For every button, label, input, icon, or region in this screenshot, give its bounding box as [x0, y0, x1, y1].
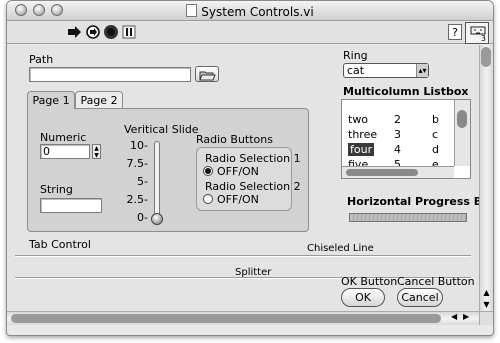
ring-value: cat: [347, 64, 365, 77]
listbox-cell: three: [348, 128, 378, 141]
path-input[interactable]: [29, 67, 191, 82]
tab-control-label: Tab Control: [29, 238, 91, 251]
window-vertical-scrollbar[interactable]: ▲ ▼: [479, 45, 493, 311]
slide-thumb[interactable]: [151, 213, 163, 225]
window-horizontal-scrollbar[interactable]: ◀ ▶: [7, 311, 479, 325]
scroll-left-arrow-icon[interactable]: ◀: [451, 312, 457, 321]
window-title: System Controls.vi: [7, 4, 493, 19]
help-button[interactable]: ?: [448, 24, 462, 40]
cancel-button-label: Cancel Button: [397, 275, 475, 288]
scroll-down-arrow-icon[interactable]: ▼: [480, 300, 493, 309]
connector-pane-icon[interactable]: 3: [465, 22, 489, 44]
path-label: Path: [29, 53, 54, 66]
slide-tick-10: 10-: [130, 139, 148, 152]
front-panel: Path Ring cat ▴▾ Multicolumn Listbox two…: [7, 45, 493, 311]
listbox-cell: 3: [394, 128, 401, 141]
listbox-row[interactable]: three 3 c: [342, 127, 454, 142]
chiseled-line: [15, 255, 471, 257]
radio-selection-2-label: Radio Selection 2: [205, 180, 301, 193]
multicolumn-listbox[interactable]: two 2 b three 3 c four 4 d five 5 e: [341, 99, 471, 179]
radio-1-option-text: OFF/ON: [217, 165, 259, 178]
numeric-label: Numeric: [40, 131, 87, 144]
slide-tick-2-5: 2.5-: [126, 193, 148, 206]
ok-button[interactable]: OK: [341, 288, 385, 307]
progress-label: Horizontal Progress Bar: [347, 195, 494, 208]
connector-pane-label: 3: [480, 34, 486, 43]
title-bar[interactable]: System Controls.vi: [7, 1, 493, 21]
radio-1-indicator[interactable]: [203, 166, 213, 176]
abort-icon[interactable]: [103, 24, 119, 40]
radio-2-indicator[interactable]: [203, 194, 213, 204]
listbox-hscroll-thumb[interactable]: [346, 169, 418, 176]
browse-folder-button[interactable]: [195, 66, 219, 82]
horizontal-progress-bar: [349, 213, 467, 222]
radio-option-2[interactable]: OFF/ON: [203, 193, 283, 206]
radio-2-option-text: OFF/ON: [217, 193, 259, 206]
numeric-input[interactable]: 0: [40, 144, 90, 159]
slide-track[interactable]: [154, 141, 160, 221]
ring-label: Ring: [343, 49, 368, 62]
ring-dropdown[interactable]: cat ▴▾: [343, 63, 429, 78]
listbox-cell: 4: [394, 143, 401, 156]
run-arrow-icon[interactable]: [67, 24, 83, 40]
listbox-cell: two: [348, 113, 369, 126]
tab-page-2[interactable]: Page 2: [75, 91, 123, 109]
cancel-button[interactable]: Cancel: [397, 288, 443, 307]
vertical-slide-label: Veritical Slide: [124, 123, 199, 136]
radio-option-1[interactable]: OFF/ON: [203, 165, 283, 178]
listbox-cell: four: [348, 143, 375, 156]
resize-grip-icon[interactable]: [479, 311, 493, 325]
scroll-up-arrow-icon[interactable]: ▲: [480, 288, 493, 297]
numeric-increment-decrement[interactable]: ▲ ▼: [92, 144, 101, 159]
radio-buttons-label: Radio Buttons: [196, 133, 273, 146]
listbox-vscroll[interactable]: [454, 100, 470, 166]
toolbar: ? 3: [7, 22, 493, 44]
radio-buttons-group: Radio Selection 1 OFF/ON Radio Selection…: [196, 147, 301, 211]
listbox-hscroll[interactable]: [342, 166, 454, 178]
tab-page-1[interactable]: Page 1: [27, 91, 75, 109]
scroll-right-arrow-icon[interactable]: ▶: [463, 312, 469, 321]
listbox-label: Multicolumn Listbox: [343, 85, 469, 98]
vi-document-icon: [186, 4, 198, 17]
tab-control-page: Numeric 0 ▲ ▼ String Veritical Slide 10- …: [27, 108, 309, 232]
listbox-row[interactable]: four 4 d: [342, 142, 454, 157]
slide-tick-5: 5-: [137, 175, 148, 188]
chiseled-line-label: Chiseled Line: [307, 243, 374, 254]
window-hscroll-thumb[interactable]: [11, 314, 441, 323]
listbox-vscroll-thumb[interactable]: [457, 110, 467, 128]
vi-window: System Controls.vi ? 3 Path Ring cat ▴▾ …: [6, 0, 494, 336]
string-label: String: [40, 183, 73, 196]
listbox-row[interactable]: two 2 b: [342, 112, 454, 127]
window-vscroll-thumb[interactable]: [481, 47, 491, 67]
ring-arrows-icon: ▴▾: [416, 64, 428, 77]
radio-selection-1-label: Radio Selection 1: [205, 152, 301, 165]
vertical-slide[interactable]: 10- 7.5- 5- 2.5- 0-: [124, 139, 164, 231]
listbox-cell: d: [432, 143, 439, 156]
listbox-cell: 2: [394, 113, 401, 126]
string-input[interactable]: [40, 198, 102, 213]
slide-tick-7-5: 7.5-: [126, 157, 148, 170]
ok-button-label: OK Button: [341, 275, 398, 288]
listbox-cell: b: [432, 113, 439, 126]
pause-icon[interactable]: [121, 24, 137, 40]
listbox-cell: c: [432, 128, 439, 141]
run-continuously-icon[interactable]: [85, 24, 101, 40]
slide-tick-0: 0-: [137, 211, 148, 224]
